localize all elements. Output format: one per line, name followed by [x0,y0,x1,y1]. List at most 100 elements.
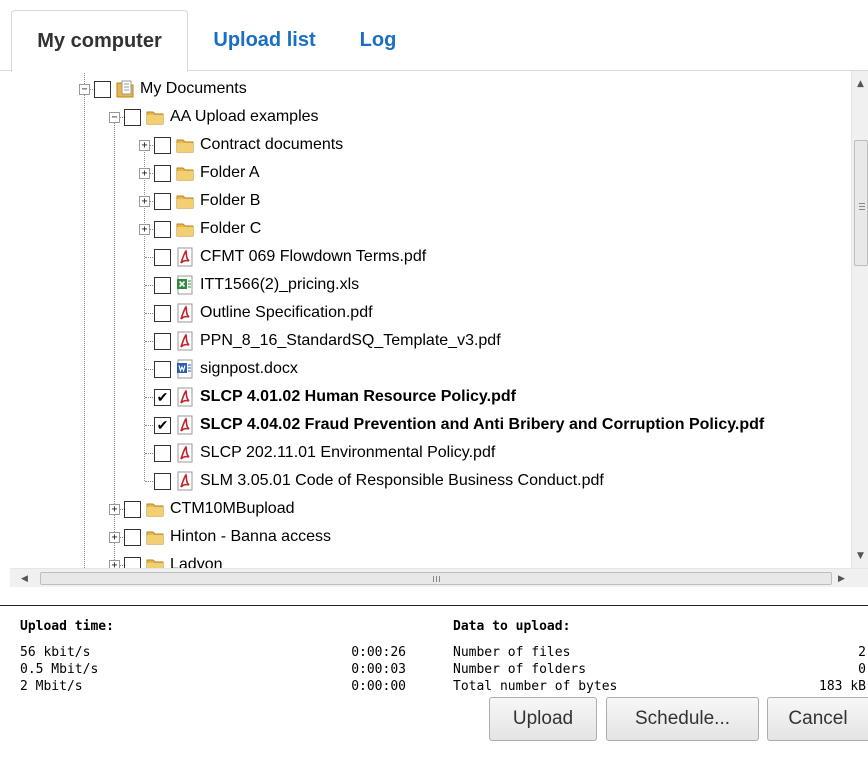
tree-row[interactable]: + Hinton - Banna access [109,523,331,551]
tree-item-label: My Documents [140,80,247,97]
tree-item-label: ITT1566(2)_pricing.xls [200,276,360,293]
vertical-scrollbar[interactable]: ▲ ▼ [851,71,868,568]
tree-row[interactable]: ✔ SLCP 4.01.02 Human Resource Policy.pdf [139,383,516,411]
expand-icon[interactable]: + [109,503,120,515]
upload-time-value: 0:00:00 [351,679,406,694]
panel-divider [0,605,868,606]
upload-button[interactable]: Upload [489,697,597,741]
tree-item-checkbox[interactable] [154,192,171,210]
tree-item-label: Contract documents [200,136,344,153]
tree-item-checkbox[interactable] [154,136,171,154]
tab-upload-list[interactable]: Upload list [207,10,322,70]
tree-item-checkbox[interactable] [154,276,171,294]
tree-item-checkbox[interactable] [124,500,141,518]
tree-row[interactable]: ✔ SLCP 4.04.02 Fraud Prevention and Anti … [139,411,764,439]
tree-row[interactable]: + Folder C [139,215,261,243]
tree-item-label: CFMT 069 Flowdown Terms.pdf [200,248,427,265]
collapse-icon[interactable]: − [79,83,90,95]
excel-icon [176,275,194,295]
tree-item-checkbox[interactable] [154,248,171,266]
tree-row[interactable]: signpost.docx [139,355,298,383]
tree-item-checkbox[interactable] [124,528,141,546]
tree-row[interactable]: SLM 3.05.01 Code of Responsible Business… [139,467,604,495]
tree-row[interactable]: CFMT 069 Flowdown Terms.pdf [139,243,426,271]
tab-log[interactable]: Log [357,10,399,70]
tree-row[interactable]: + Folder B [139,187,260,215]
pdf-icon [176,331,194,351]
grip-icon [859,203,865,204]
tab-my-computer[interactable]: My computer [11,10,188,72]
pdf-icon [176,415,194,435]
expand-icon[interactable]: + [139,139,150,151]
tree-item-label: Folder B [200,192,261,209]
folder-icon [176,219,194,239]
tree-item-label: Folder A [200,164,260,181]
pdf-icon [176,443,194,463]
upload-time-speed-label: 2 Mbit/s [20,679,83,694]
folder-icon [146,555,164,568]
tree-row[interactable]: − My Documents [79,75,247,103]
tree-item-checkbox[interactable] [94,80,111,98]
tree-row[interactable]: Outline Specification.pdf [139,299,373,327]
collapse-icon[interactable]: − [109,111,120,123]
folder-icon [146,527,164,547]
expand-icon[interactable]: + [109,531,120,543]
scroll-down-icon[interactable]: ▼ [852,547,868,564]
tree-item-checkbox[interactable] [124,556,141,568]
tree-item-checkbox[interactable] [154,444,171,462]
word-icon [176,359,194,379]
data-to-upload-heading: Data to upload: [453,619,571,634]
tree-row[interactable]: + Ladyon [109,551,223,568]
data-to-upload-label: Number of folders [453,662,587,677]
pdf-icon [176,303,194,323]
grip-icon [433,576,434,582]
tab-bar: My computer Upload list Log [0,0,868,72]
file-tree: − My Documents − AA Upload examples + Contrac… [10,71,868,568]
tree-row[interactable]: SLCP 202.11.01 Environmental Policy.pdf [139,439,495,467]
expand-icon[interactable]: + [139,167,150,179]
pdf-icon [176,247,194,267]
tree-item-checkbox[interactable] [124,108,141,126]
tree-item-label: CTM10MBupload [170,500,295,517]
pdf-icon [176,387,194,407]
tree-item-checkbox[interactable]: ✔ [154,416,171,434]
horizontal-scrollbar[interactable]: ◀ ▶ [10,568,868,587]
scroll-up-icon[interactable]: ▲ [852,75,868,92]
expand-icon[interactable]: + [139,195,150,207]
tree-item-checkbox[interactable] [154,220,171,238]
tree-item-checkbox[interactable] [154,472,171,490]
tree-row[interactable]: ITT1566(2)_pricing.xls [139,271,359,299]
vertical-scroll-thumb[interactable] [854,140,868,266]
schedule-button[interactable]: Schedule... [606,697,759,741]
scroll-left-icon[interactable]: ◀ [16,569,33,588]
tree-item-label: Ladyon [170,556,223,568]
scroll-right-icon[interactable]: ▶ [833,569,850,588]
tree-row[interactable]: PPN_8_16_StandardSQ_Template_v3.pdf [139,327,501,355]
documents-folder-icon [116,79,134,99]
tree-item-label: Hinton - Banna access [170,528,331,545]
tree-row[interactable]: + Folder A [139,159,260,187]
tree-row[interactable]: + Contract documents [139,131,343,159]
folder-icon [176,135,194,155]
data-to-upload-label: Number of files [453,645,571,660]
upload-time-speed-label: 0.5 Mbit/s [20,662,99,677]
expand-icon[interactable]: + [109,559,120,568]
tree-item-checkbox[interactable] [154,360,171,378]
tree-item-checkbox[interactable] [154,304,171,322]
cancel-button[interactable]: Cancel [767,697,868,741]
tree-item-checkbox[interactable] [154,332,171,350]
tree-item-label: SLCP 4.04.02 Fraud Prevention and Anti B… [200,416,765,433]
tree-item-checkbox[interactable] [154,164,171,182]
tree-item-label: SLCP 202.11.01 Environmental Policy.pdf [200,444,496,461]
upload-time-value: 0:00:26 [351,645,406,660]
horizontal-scroll-thumb[interactable] [40,572,832,585]
tree-item-checkbox[interactable]: ✔ [154,388,171,406]
tree-item-label: Outline Specification.pdf [200,304,373,321]
folder-icon [176,163,194,183]
upload-time-heading: Upload time: [20,619,114,634]
tree-row[interactable]: − AA Upload examples [109,103,319,131]
tree-item-label: Folder C [200,220,262,237]
tree-row[interactable]: + CTM10MBupload [109,495,295,523]
folder-icon [176,191,194,211]
expand-icon[interactable]: + [139,223,150,235]
